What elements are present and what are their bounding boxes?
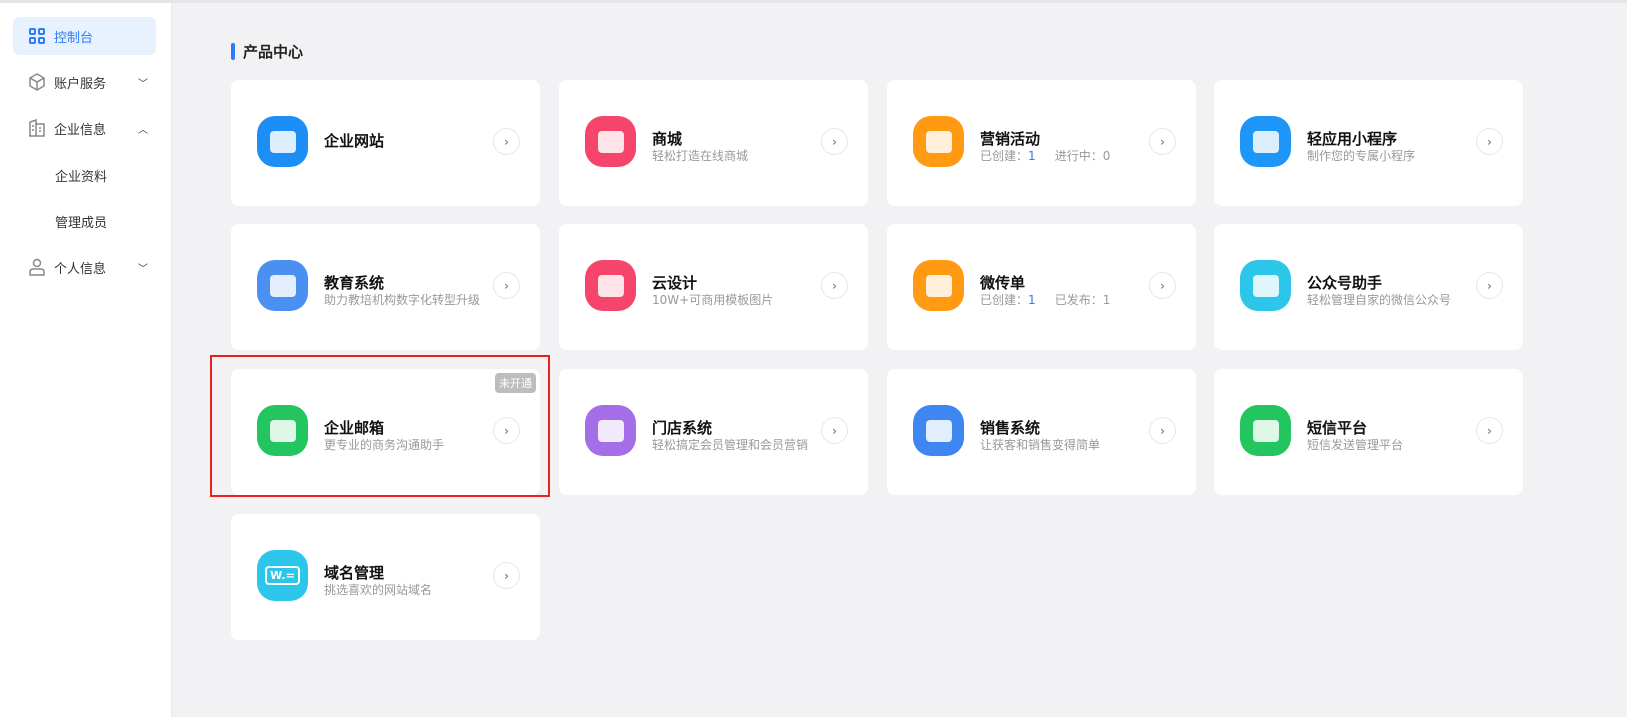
product-card-education[interactable]: 教育系统 助力教培机构数字化转型升级 ›: [231, 224, 540, 350]
sidebar-item-label: 控制台: [54, 30, 94, 46]
product-card-website[interactable]: 企业网站 ›: [231, 80, 540, 206]
sidebar-item-label: 企业信息: [54, 122, 107, 138]
card-description: 轻松打造在线商城: [652, 149, 749, 163]
chevron-right-icon[interactable]: ›: [1476, 417, 1503, 444]
store-icon: [585, 405, 636, 456]
sidebar-item-company-profile[interactable]: 企业资料: [13, 156, 156, 194]
card-description: 制作您的专属小程序: [1307, 149, 1416, 163]
card-title: 商城: [652, 130, 683, 148]
card-description: 让获客和销售变得简单: [980, 438, 1101, 452]
card-title: 轻应用小程序: [1307, 130, 1398, 148]
card-title: 短信平台: [1307, 419, 1368, 437]
flyer-icon: [913, 260, 964, 311]
chevron-right-icon[interactable]: ›: [493, 128, 520, 155]
card-title: 云设计: [652, 274, 698, 292]
chevron-right-icon[interactable]: ›: [1149, 128, 1176, 155]
website-icon: [257, 116, 308, 167]
card-title: 教育系统: [324, 274, 385, 292]
highlight-box: [210, 355, 550, 497]
chevron-up-icon[interactable]: ︿: [138, 121, 148, 136]
sidebar-item-label: 账户服务: [54, 76, 107, 92]
card-title: 微传单: [980, 274, 1026, 292]
chevron-right-icon[interactable]: ›: [1149, 272, 1176, 299]
card-description: 轻松搞定会员管理和会员营销: [652, 438, 809, 452]
sidebar-item-label: 企业资料: [55, 169, 108, 185]
chevron-down-icon[interactable]: ﹀: [138, 75, 148, 90]
title-accent-bar: [231, 43, 235, 60]
product-card-wechat-assistant[interactable]: 公众号助手 轻松管理自家的微信公众号 ›: [1214, 224, 1523, 350]
chevron-right-icon[interactable]: ›: [821, 128, 848, 155]
card-title: 公众号助手: [1307, 274, 1383, 292]
card-description: 短信发送管理平台: [1307, 438, 1404, 452]
building-icon: [28, 119, 46, 137]
product-card-flyer[interactable]: 微传单 已创建：1 已发布：1 ›: [887, 224, 1196, 350]
card-description: 挑选喜欢的网站域名: [324, 583, 433, 597]
sidebar-item-company-info[interactable]: 企业信息 ︿: [13, 109, 156, 147]
card-title: 营销活动: [980, 130, 1041, 148]
card-title: 企业网站: [324, 132, 385, 150]
section-title: 产品中心: [231, 41, 303, 62]
cloud-design-icon: [585, 260, 636, 311]
sidebar-item-dashboard[interactable]: 控制台: [13, 17, 156, 55]
box-icon: [28, 73, 46, 91]
chevron-right-icon[interactable]: ›: [821, 272, 848, 299]
domain-icon: W.=: [257, 550, 308, 601]
dashboard-icon: [28, 27, 46, 45]
wechat-assistant-icon: [1240, 260, 1291, 311]
card-stats: 已创建：1 进行中：0: [980, 149, 1111, 163]
card-description: 10W+可商用模板图片: [652, 293, 774, 307]
product-card-mall[interactable]: 商城 轻松打造在线商城 ›: [559, 80, 868, 206]
top-divider: [0, 0, 1627, 3]
card-title: 销售系统: [980, 419, 1041, 437]
product-card-marketing[interactable]: 营销活动 已创建：1 进行中：0 ›: [887, 80, 1196, 206]
chevron-down-icon[interactable]: ﹀: [138, 260, 148, 275]
card-description: 轻松管理自家的微信公众号: [1307, 293, 1452, 307]
product-card-sms[interactable]: 短信平台 短信发送管理平台 ›: [1214, 369, 1523, 495]
sidebar-item-manage-members[interactable]: 管理成员: [13, 202, 156, 240]
mall-icon: [585, 116, 636, 167]
chevron-right-icon[interactable]: ›: [1476, 272, 1503, 299]
education-icon: [257, 260, 308, 311]
product-card-store[interactable]: 门店系统 轻松搞定会员管理和会员营销 ›: [559, 369, 868, 495]
product-card-cloud-design[interactable]: 云设计 10W+可商用模板图片 ›: [559, 224, 868, 350]
sidebar: 控制台 账户服务 ﹀ 企业信息 ︿ 企业资料 管理成员 个人信息 ﹀: [0, 3, 172, 717]
chevron-right-icon[interactable]: ›: [493, 272, 520, 299]
sidebar-item-personal-info[interactable]: 个人信息 ﹀: [13, 248, 156, 286]
mini-program-icon: [1240, 116, 1291, 167]
product-card-sales[interactable]: 销售系统 让获客和销售变得简单 ›: [887, 369, 1196, 495]
card-stats: 已创建：1 已发布：1: [980, 293, 1111, 307]
card-title: 门店系统: [652, 419, 713, 437]
section-title-text: 产品中心: [243, 43, 304, 61]
product-card-domain[interactable]: W.= 域名管理 挑选喜欢的网站域名 ›: [231, 514, 540, 640]
user-icon: [28, 258, 46, 276]
chevron-right-icon[interactable]: ›: [493, 562, 520, 589]
card-title: 域名管理: [324, 564, 385, 582]
product-card-mini-program[interactable]: 轻应用小程序 制作您的专属小程序 ›: [1214, 80, 1523, 206]
marketing-icon: [913, 116, 964, 167]
sms-icon: [1240, 405, 1291, 456]
sidebar-item-label: 个人信息: [54, 261, 107, 277]
chevron-right-icon[interactable]: ›: [1149, 417, 1176, 444]
chevron-right-icon[interactable]: ›: [821, 417, 848, 444]
card-description: 助力教培机构数字化转型升级: [324, 293, 481, 307]
sidebar-item-label: 管理成员: [55, 215, 108, 231]
sales-icon: [913, 405, 964, 456]
chevron-right-icon[interactable]: ›: [1476, 128, 1503, 155]
sidebar-item-account-services[interactable]: 账户服务 ﹀: [13, 63, 156, 101]
